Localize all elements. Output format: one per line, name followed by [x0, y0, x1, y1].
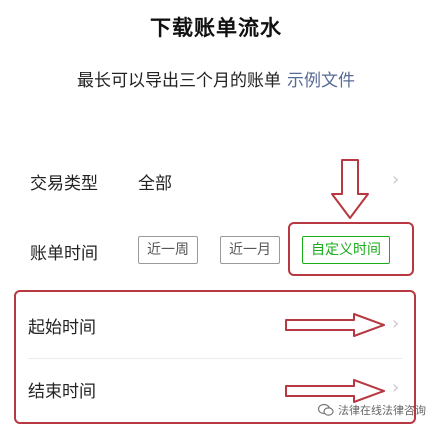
arrow-right-icon [285, 379, 385, 403]
example-file-link[interactable]: 示例文件 [287, 71, 355, 91]
page-subtitle: 最长可以导出三个月的账单 示例文件 [0, 66, 432, 91]
trade-type-value: 全部 [138, 174, 172, 194]
chevron-right-icon: › [392, 377, 400, 398]
arrow-down-icon [331, 159, 369, 219]
option-last-week[interactable]: 近一周 [138, 236, 198, 264]
end-time-label: 结束时间 [28, 382, 96, 402]
annotation-box-custom-time [288, 222, 414, 276]
wechat-logo-icon [318, 403, 334, 416]
option-last-month[interactable]: 近一月 [220, 236, 280, 264]
row-divider [28, 358, 402, 359]
chevron-right-icon: › [392, 169, 400, 190]
start-time-label: 起始时间 [28, 318, 96, 338]
watermark: 法律在线法律咨询 [318, 402, 426, 418]
subtitle-text: 最长可以导出三个月的账单 [77, 71, 281, 91]
chevron-right-icon: › [392, 313, 400, 334]
page-title: 下载账单流水 [150, 16, 282, 40]
arrow-right-icon [285, 313, 385, 337]
bill-time-label: 账单时间 [30, 244, 98, 264]
trade-type-label: 交易类型 [30, 174, 98, 194]
watermark-text: 法律在线法律咨询 [338, 404, 426, 417]
